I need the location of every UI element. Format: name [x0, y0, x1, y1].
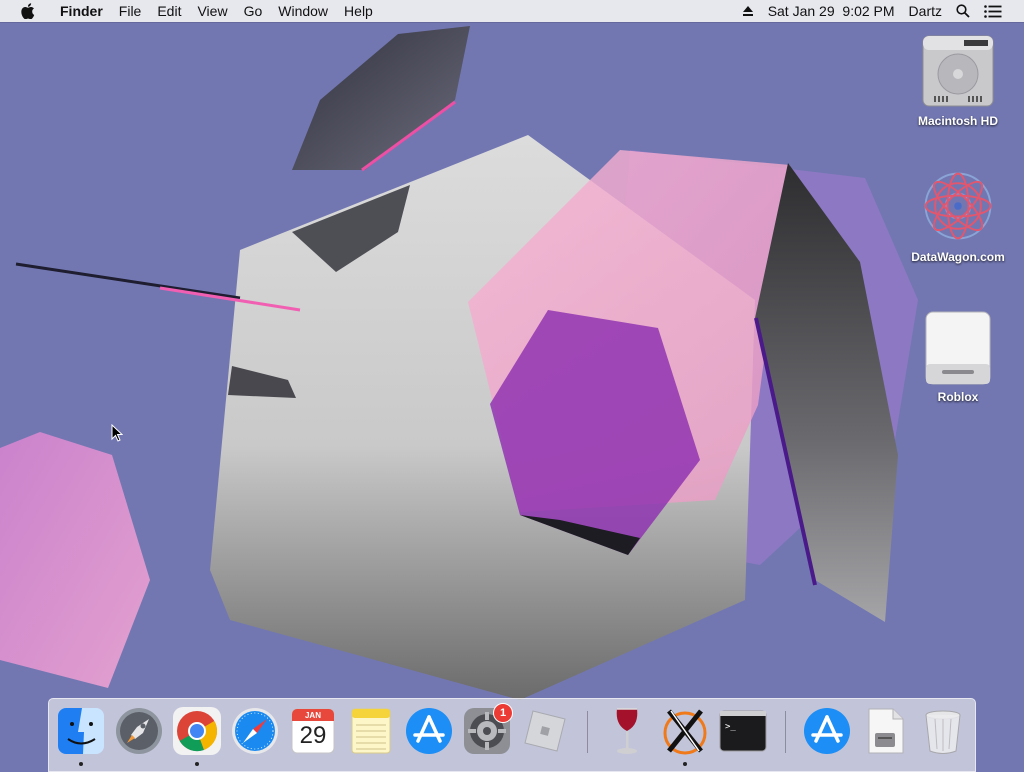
- trash-icon: [925, 710, 961, 754]
- dock-item-chrome[interactable]: [171, 705, 223, 766]
- dock-item-finder[interactable]: [55, 705, 107, 766]
- desktop-icon-macintosh-hd[interactable]: Macintosh HD: [903, 28, 1013, 128]
- dock-item-trash[interactable]: [917, 705, 969, 757]
- desktop-icon-roblox[interactable]: Roblox: [903, 304, 1013, 404]
- menu-help[interactable]: Help: [336, 0, 381, 22]
- mouse-cursor-icon: [111, 423, 124, 447]
- launchpad-icon: [116, 708, 162, 754]
- menu-view[interactable]: View: [189, 0, 235, 22]
- dock-item-safari[interactable]: [229, 705, 281, 757]
- desktop-icon-label: DataWagon.com: [911, 250, 1005, 264]
- desktop-icon-label: Macintosh HD: [917, 114, 998, 128]
- finder-icon: [58, 708, 104, 754]
- calendar-day: 29: [299, 722, 327, 749]
- safari-icon: [232, 708, 278, 754]
- wine-glass-icon: [616, 708, 638, 754]
- menu-app-finder[interactable]: Finder: [52, 0, 111, 22]
- dock-item-calendar[interactable]: JAN 29: [287, 705, 339, 757]
- hard-drive-icon: [918, 28, 998, 112]
- external-drive-icon: [918, 304, 998, 388]
- user-menu[interactable]: Dartz: [909, 0, 942, 22]
- dock-item-launchpad[interactable]: [113, 705, 165, 757]
- running-indicator: [683, 762, 687, 766]
- menu-edit[interactable]: Edit: [149, 0, 189, 22]
- running-indicator: [79, 762, 83, 766]
- xquartz-icon: [663, 709, 707, 755]
- desktop-icon-label: Roblox: [937, 390, 979, 404]
- dock-item-app-store-downloads[interactable]: [801, 705, 853, 757]
- document-stack-icon: [868, 708, 904, 754]
- eject-icon[interactable]: [742, 5, 754, 17]
- dock-separator: [587, 711, 588, 753]
- dock-separator: [785, 711, 786, 753]
- dock-item-xquartz[interactable]: [659, 705, 711, 766]
- mandala-image-icon: [918, 164, 998, 248]
- apple-menu-icon[interactable]: [18, 0, 38, 22]
- chrome-icon: [173, 707, 221, 755]
- dock-item-documents[interactable]: [859, 705, 911, 757]
- wallpaper: [0, 0, 1024, 768]
- calendar-month: JAN: [304, 711, 321, 720]
- dock-item-terminal[interactable]: >_: [717, 705, 769, 757]
- dock-item-notes[interactable]: [345, 705, 397, 757]
- dock-item-app-store[interactable]: [403, 705, 455, 757]
- svg-text:>_: >_: [725, 722, 736, 732]
- desktop-icon-datawagon[interactable]: DataWagon.com: [903, 164, 1013, 264]
- menu-file[interactable]: File: [111, 0, 150, 22]
- downloads-stack-icon: [804, 708, 850, 754]
- desktop[interactable]: Finder File Edit View Go Window Help Sat…: [0, 0, 1024, 772]
- dock: JAN 29 1 >_: [48, 698, 976, 772]
- menu-go[interactable]: Go: [236, 0, 271, 22]
- menu-window[interactable]: Window: [270, 0, 336, 22]
- terminal-icon: >_: [719, 710, 767, 752]
- notification-badge: 1: [493, 703, 513, 723]
- dock-item-system-preferences[interactable]: 1: [461, 703, 513, 757]
- menu-bar: Finder File Edit View Go Window Help Sat…: [0, 0, 1024, 22]
- dock-item-roblox[interactable]: [519, 705, 571, 757]
- clock[interactable]: Sat Jan 29 9:02 PM: [768, 0, 895, 22]
- notes-icon: [351, 708, 391, 754]
- app-store-icon: [406, 708, 452, 754]
- dock-item-wine[interactable]: [601, 705, 653, 757]
- notification-center-icon[interactable]: [984, 4, 1002, 18]
- roblox-icon: [524, 710, 566, 752]
- spotlight-search-icon[interactable]: [956, 4, 970, 18]
- running-indicator: [195, 762, 199, 766]
